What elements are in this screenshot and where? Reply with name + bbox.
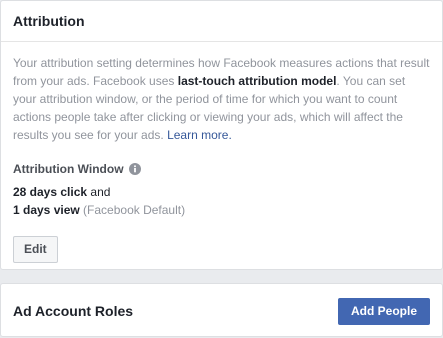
click-window-value: 28 days click xyxy=(13,185,88,199)
view-window-value: 1 days view xyxy=(13,203,80,217)
attribution-description: Your attribution setting determines how … xyxy=(13,54,430,144)
learn-more-link[interactable]: Learn more. xyxy=(167,128,232,142)
attribution-card: Attribution Your attribution setting det… xyxy=(0,0,443,270)
edit-button[interactable]: Edit xyxy=(13,236,58,263)
attribution-window-label: Attribution Window xyxy=(13,162,124,176)
view-window-setting: 1 days view (Facebook Default) xyxy=(13,201,430,219)
ad-account-roles-card: Ad Account Roles Add People xyxy=(0,283,443,337)
info-icon[interactable] xyxy=(128,163,141,175)
roles-header: Ad Account Roles Add People xyxy=(1,284,442,338)
roles-title: Ad Account Roles xyxy=(13,303,134,319)
default-note: (Facebook Default) xyxy=(79,203,186,217)
attribution-model-text: last-touch attribution model xyxy=(177,74,337,88)
add-people-button[interactable]: Add People xyxy=(337,297,430,325)
attribution-window-heading: Attribution Window xyxy=(13,161,430,177)
attribution-body: Your attribution setting determines how … xyxy=(1,42,442,263)
click-window-setting: 28 days click and xyxy=(13,183,430,201)
click-window-suffix: and xyxy=(87,185,111,199)
attribution-title: Attribution xyxy=(1,1,442,42)
